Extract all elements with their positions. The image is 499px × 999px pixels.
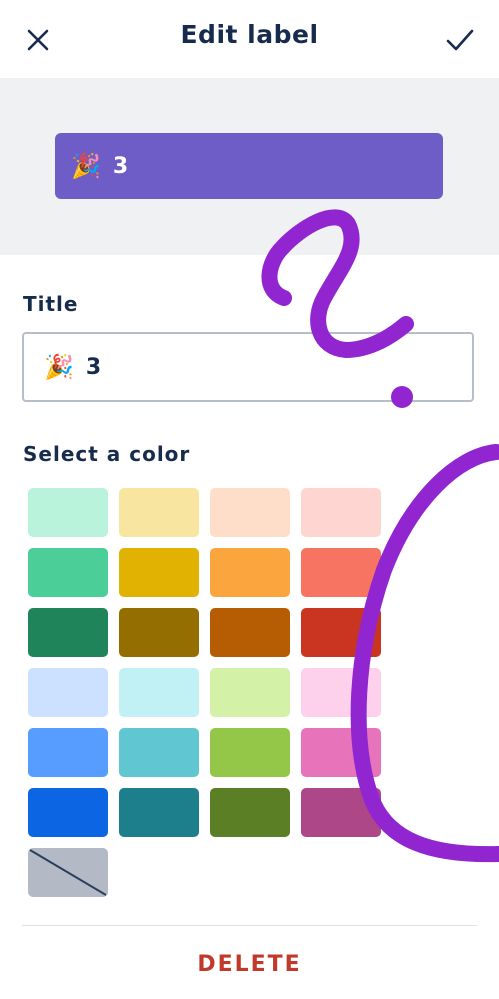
color-swatch[interactable]	[28, 548, 108, 597]
color-swatch[interactable]	[119, 788, 199, 837]
color-swatch[interactable]	[210, 488, 290, 537]
color-swatch[interactable]	[119, 488, 199, 537]
color-swatch[interactable]	[119, 608, 199, 657]
color-swatch[interactable]	[119, 668, 199, 717]
no-color-icon	[29, 849, 107, 896]
color-swatch[interactable]	[301, 728, 381, 777]
color-swatch[interactable]	[210, 608, 290, 657]
color-swatch[interactable]	[28, 728, 108, 777]
color-swatch[interactable]	[28, 488, 108, 537]
divider	[22, 925, 477, 926]
delete-button[interactable]: DELETE	[0, 952, 499, 977]
no-color-swatch[interactable]	[28, 848, 108, 897]
color-swatch[interactable]	[28, 608, 108, 657]
title-input-value: 3	[85, 354, 102, 380]
color-swatch[interactable]	[28, 788, 108, 837]
color-swatch[interactable]	[119, 548, 199, 597]
color-swatch[interactable]	[210, 668, 290, 717]
header: Edit label	[0, 0, 499, 78]
color-swatch[interactable]	[301, 548, 381, 597]
save-button[interactable]	[444, 24, 476, 56]
title-emoji: 🎉	[44, 353, 74, 381]
label-preview-chip: 🎉 3	[55, 133, 443, 199]
check-icon	[446, 29, 474, 51]
color-swatch[interactable]	[210, 788, 290, 837]
title-input[interactable]: 🎉 3	[22, 332, 474, 402]
label-preview-text: 3	[112, 153, 129, 179]
color-swatch[interactable]	[210, 728, 290, 777]
color-swatch[interactable]	[301, 488, 381, 537]
color-swatch[interactable]	[119, 728, 199, 777]
color-swatch[interactable]	[301, 788, 381, 837]
color-swatch[interactable]	[210, 548, 290, 597]
title-field-label: Title	[23, 292, 79, 316]
color-swatch[interactable]	[301, 608, 381, 657]
page-title: Edit label	[180, 20, 319, 49]
color-section-label: Select a color	[23, 442, 191, 466]
color-swatch[interactable]	[28, 668, 108, 717]
label-emoji: 🎉	[71, 152, 101, 180]
color-swatch[interactable]	[301, 668, 381, 717]
